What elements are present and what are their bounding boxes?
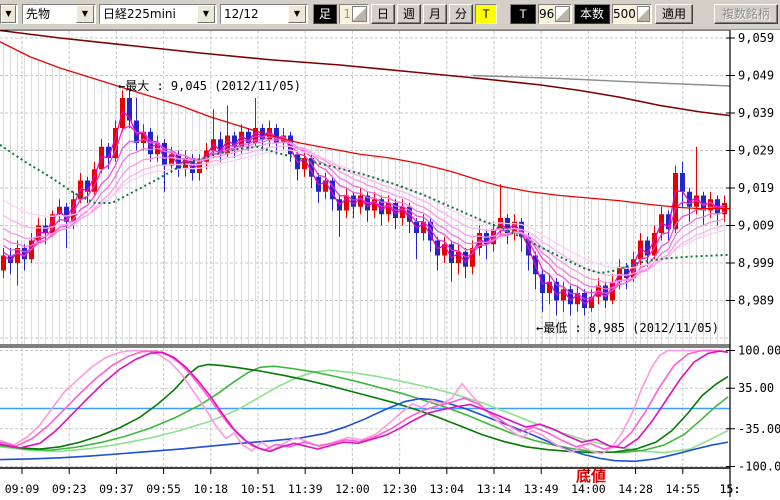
- candle-up: [470, 241, 475, 275]
- spinner-icon[interactable]: [555, 6, 570, 22]
- bar-slot-lines: [4, 45, 725, 345]
- multi-symbol-button: 複数銘柄: [714, 4, 778, 24]
- min-annotation: ←最低 : 8,985 (2012/11/05): [536, 321, 719, 335]
- x-axis-label: 09:37: [99, 482, 134, 496]
- period-week-button[interactable]: 週: [397, 4, 421, 24]
- chevron-down-icon[interactable]: ▼: [288, 5, 306, 23]
- candle-up: [344, 188, 349, 218]
- x-axis: 09:09 09:23 09:37 09:55 10:18 10:51 11:39 12:00…: [5, 468, 741, 496]
- candle-down: [680, 162, 685, 207]
- toolbar: ▼ 先物 ▼ 日経225mini ▼ 12/12 ▼ 足 1 日 週 月 分 T…: [0, 0, 780, 30]
- candle-down: [449, 241, 454, 282]
- x-axis-label: 13:49: [524, 482, 559, 496]
- candle-down: [540, 271, 545, 312]
- x-axis-label: 13:14: [477, 482, 512, 496]
- x-axis-label: 14:00: [571, 482, 606, 496]
- spinner-icon[interactable]: [352, 6, 367, 22]
- symbol-value: 日経225mini: [100, 5, 196, 23]
- candle-down: [134, 98, 139, 151]
- osc-axis-label: -100.00: [738, 460, 780, 474]
- pane-borders: [0, 30, 730, 468]
- x-axis-label: 12:30: [382, 482, 417, 496]
- t-period-button[interactable]: T: [510, 4, 536, 24]
- price-axis-label: 8,999: [738, 256, 774, 270]
- price-axis-label: 9,009: [738, 219, 774, 233]
- candle-down: [316, 173, 321, 203]
- chevron-down-icon[interactable]: ▼: [1, 5, 16, 23]
- x-axis-label: 10:51: [241, 482, 276, 496]
- period-minute-button[interactable]: 分: [449, 4, 473, 24]
- price-axis-label: 9,029: [738, 144, 774, 158]
- oscillator-panel: [0, 348, 730, 467]
- candle-down: [351, 192, 356, 218]
- candle-up: [694, 147, 699, 215]
- oscillator-pink-mid: [0, 351, 728, 451]
- candle-down: [435, 237, 440, 271]
- candle-down: [218, 132, 223, 162]
- x-axis-label: 11:39: [288, 482, 323, 496]
- candle-up: [456, 244, 461, 274]
- main-grid: [0, 31, 730, 344]
- period-day-button[interactable]: 日: [371, 4, 395, 24]
- x-axis-label: 09:09: [5, 482, 40, 496]
- price-axis-label: 9,049: [738, 69, 774, 83]
- price-axis-label: 8,989: [738, 294, 774, 308]
- bar-type-button[interactable]: 足: [313, 4, 337, 24]
- t-value: 96: [539, 5, 555, 23]
- price-axis-label: 9,059: [738, 31, 774, 45]
- interval-value: 1: [340, 5, 352, 23]
- period-month-button[interactable]: 月: [423, 4, 447, 24]
- x-axis-label: 14:28: [618, 482, 653, 496]
- candle-up: [372, 192, 377, 218]
- trading-chart-window: { "toolbar": { "stub_arrow": "▼", "combo…: [0, 0, 780, 500]
- count-value: 500: [613, 5, 637, 23]
- x-axis-label: 10:18: [193, 482, 228, 496]
- candle-up: [15, 241, 20, 286]
- candle-up: [302, 151, 307, 177]
- clipped-combo[interactable]: ▼: [0, 4, 18, 24]
- spinner-icon[interactable]: [637, 6, 650, 22]
- x-axis-label: 09:23: [52, 482, 87, 496]
- max-annotation: ←最大 : 9,045 (2012/11/05): [118, 79, 301, 93]
- x-axis-label: 12:00: [335, 482, 370, 496]
- x-axis-label: 09:55: [146, 482, 181, 496]
- chevron-down-icon[interactable]: ▼: [76, 5, 94, 23]
- bar-count-button[interactable]: 本数: [574, 4, 610, 24]
- instrument-type-select[interactable]: 先物 ▼: [22, 4, 96, 24]
- count-value-spinner[interactable]: 500: [612, 4, 652, 24]
- interval-spinner[interactable]: 1: [339, 4, 369, 24]
- candle-up: [575, 286, 580, 312]
- symbol-select[interactable]: 日経225mini ▼: [99, 4, 217, 24]
- tick-mode-button[interactable]: T: [475, 4, 497, 24]
- y-axis: 9,059 9,049 9,039 9,029 9,019 9,009 8,999 8,989…: [726, 30, 780, 497]
- chart-canvas[interactable]: ←最大 : 9,045 (2012/11/05) ←最低 : 8,985 (201…: [0, 0, 780, 500]
- candle-down: [295, 151, 300, 181]
- contract-month-select[interactable]: 12/12 ▼: [220, 4, 308, 24]
- price-axis-label: 9,039: [738, 106, 774, 120]
- chevron-down-icon[interactable]: ▼: [197, 5, 215, 23]
- ema-ribbon: [4, 111, 725, 303]
- price-axis-label: 9,019: [738, 181, 774, 195]
- osc-axis-label: 35.00: [738, 381, 774, 395]
- x-axis-label: 13:04: [429, 482, 464, 496]
- apply-button[interactable]: 適用: [655, 4, 693, 24]
- t-value-spinner[interactable]: 96: [538, 4, 572, 24]
- oscillator-pink-light: [0, 351, 728, 454]
- instrument-type-value: 先物: [23, 5, 75, 23]
- candle-down: [687, 188, 692, 222]
- contract-month-value: 12/12: [221, 5, 287, 23]
- candle-down: [554, 278, 559, 316]
- osc-axis-label: -35.00: [738, 422, 780, 436]
- osc-axis-label: 100.00: [738, 344, 780, 358]
- candle-up: [547, 274, 552, 304]
- annotations: ←最大 : 9,045 (2012/11/05) ←最低 : 8,985 (201…: [118, 79, 719, 335]
- x-axis-label: 14:55: [665, 482, 700, 496]
